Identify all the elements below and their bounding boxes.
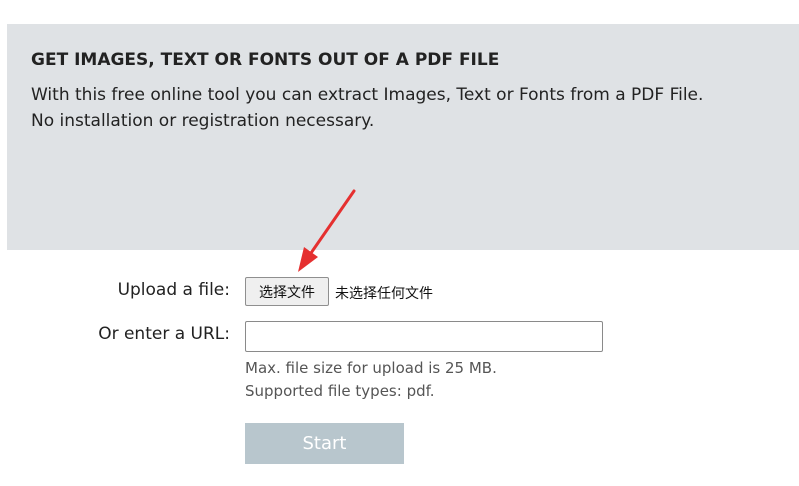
description-line-2: No installation or registration necessar… [31,111,375,131]
page-description: With this free online tool you can extra… [31,82,799,134]
choose-file-button[interactable]: 选择文件 [245,277,329,306]
upload-label: Upload a file: [117,280,230,300]
file-types-hint: Supported file types: pdf. [245,382,435,400]
url-input[interactable] [245,321,603,352]
intro-banner: GET IMAGES, TEXT OR FONTS OUT OF A PDF F… [7,24,799,250]
page-title: GET IMAGES, TEXT OR FONTS OUT OF A PDF F… [31,50,500,70]
url-label: Or enter a URL: [98,324,230,344]
description-line-1: With this free online tool you can extra… [31,85,704,105]
max-size-hint: Max. file size for upload is 25 MB. [245,359,497,377]
file-status-text: 未选择任何文件 [335,286,433,302]
start-button[interactable]: Start [245,423,404,464]
